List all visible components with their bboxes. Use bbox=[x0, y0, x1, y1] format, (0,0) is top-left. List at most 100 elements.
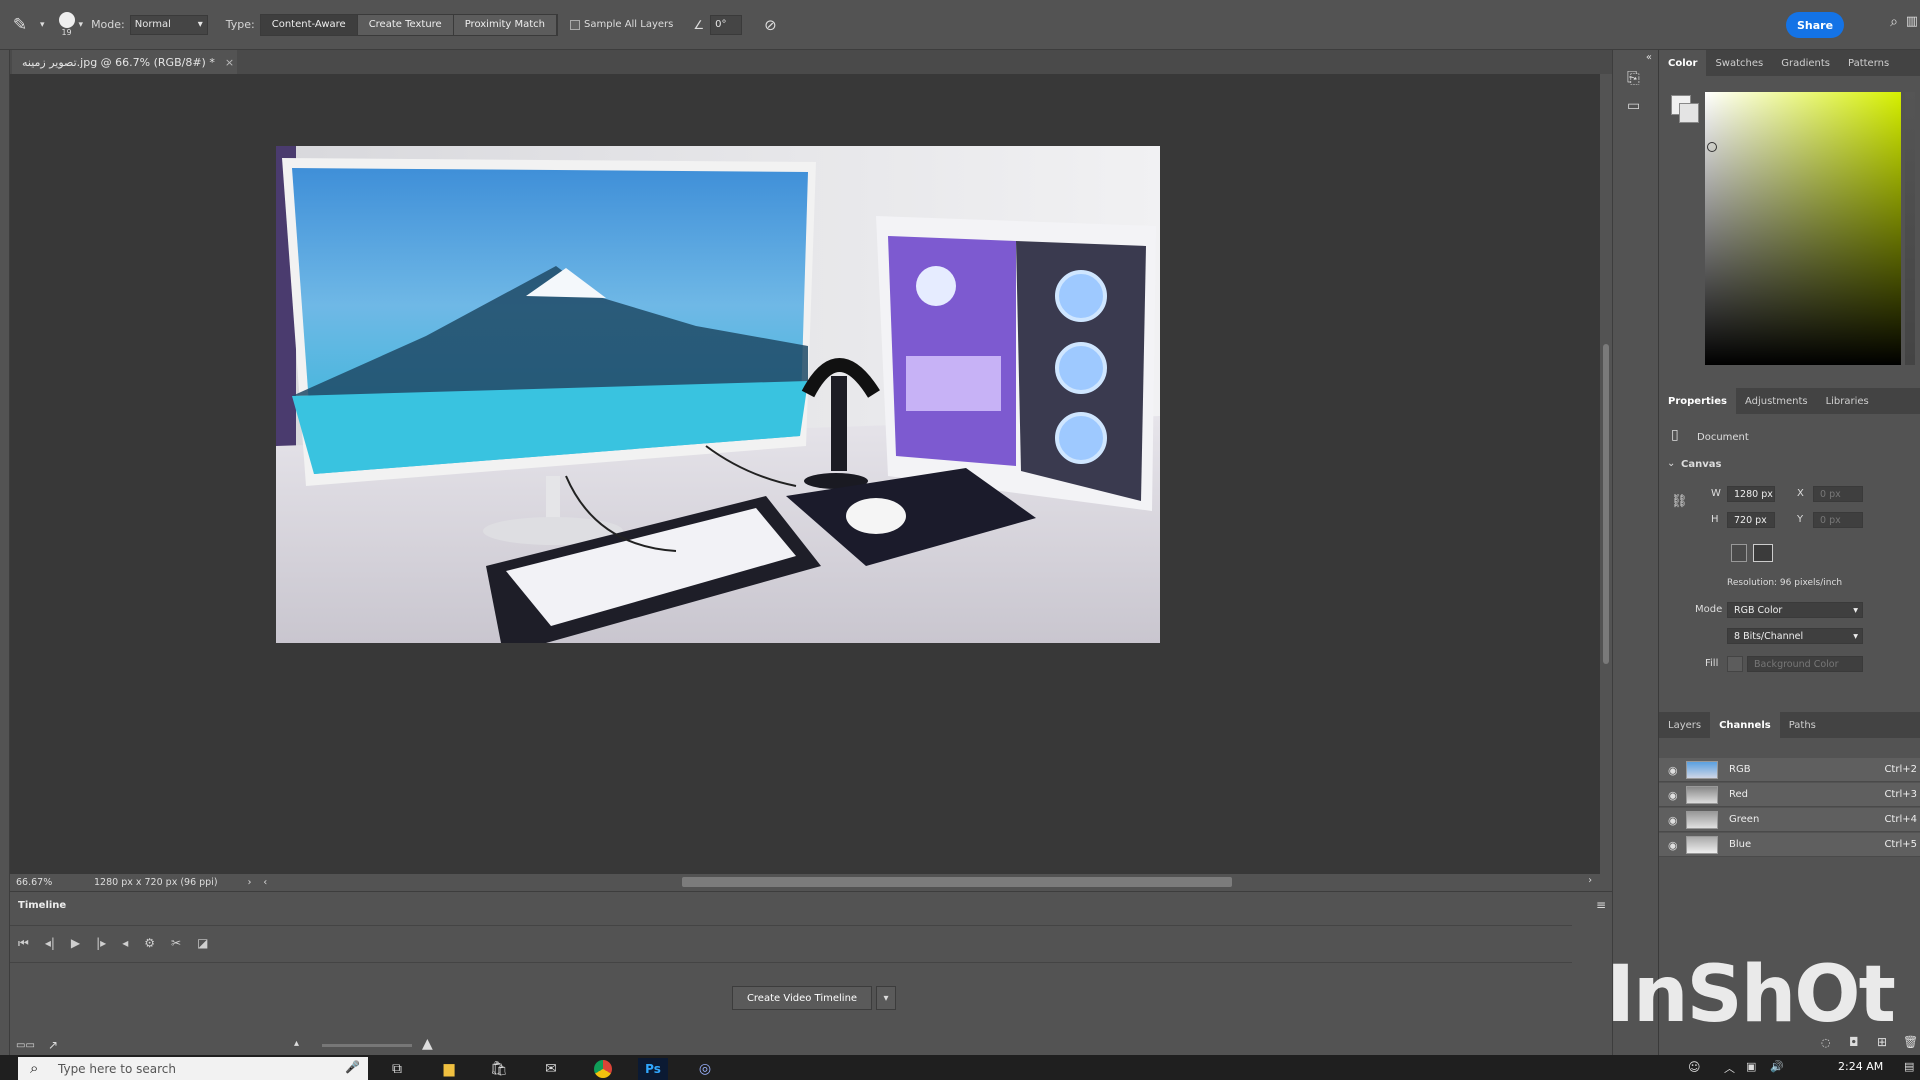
status-menu-chevron-icon[interactable]: › bbox=[248, 877, 252, 888]
chevron-down-icon: ▾ bbox=[1853, 630, 1858, 642]
tool-preset-chevron-icon[interactable]: ▾ bbox=[40, 20, 45, 30]
portrait-orientation-icon[interactable] bbox=[1731, 544, 1747, 562]
tray-chevron-icon[interactable]: ︿ bbox=[1724, 1060, 1735, 1076]
clock-text[interactable]: 2:24 AM bbox=[1838, 1060, 1883, 1073]
document-info: 1280 px x 720 px (96 ppi) bbox=[94, 876, 218, 888]
people-icon[interactable]: ☺ bbox=[1688, 1060, 1701, 1074]
color-picker-field[interactable] bbox=[1705, 92, 1901, 365]
color-picker-cursor[interactable] bbox=[1707, 142, 1717, 152]
type-create-texture-button[interactable]: Create Texture bbox=[357, 14, 454, 35]
play-icon[interactable]: ▶ bbox=[71, 936, 80, 950]
tab-adjustments[interactable]: Adjustments bbox=[1736, 388, 1817, 414]
canvas-chevron-icon[interactable]: ⌄ bbox=[1667, 458, 1675, 469]
height-input[interactable]: 720 px bbox=[1727, 512, 1775, 528]
sample-all-layers-checkbox[interactable] bbox=[570, 19, 581, 30]
zoom-out-mountain-icon[interactable]: ▴ bbox=[294, 1038, 299, 1049]
delete-channel-icon[interactable]: 🗑 bbox=[1903, 1035, 1918, 1049]
previous-frame-icon[interactable]: ◂| bbox=[45, 936, 55, 950]
hue-slider[interactable] bbox=[1905, 92, 1915, 365]
next-frame-icon[interactable]: |▸ bbox=[96, 936, 106, 950]
microphone-icon[interactable]: 🎤 bbox=[345, 1060, 360, 1074]
channel-row-red[interactable]: ◉ Red Ctrl+3 bbox=[1659, 783, 1920, 807]
fill-swatch[interactable] bbox=[1727, 656, 1743, 672]
panel-menu-icon[interactable]: ≡ bbox=[1596, 898, 1606, 912]
tab-channels[interactable]: Channels bbox=[1710, 712, 1780, 738]
store-icon[interactable]: 🛍 bbox=[484, 1058, 514, 1080]
workspace-icon[interactable]: ▥ bbox=[1906, 14, 1918, 29]
convert-frame-icon[interactable]: ▭▭ bbox=[16, 1040, 35, 1051]
scroll-left-icon[interactable]: ‹ bbox=[263, 877, 267, 888]
settings-gear-icon[interactable]: ⚙ bbox=[144, 936, 155, 950]
angle-input[interactable]: 0° bbox=[710, 14, 743, 35]
vertical-scrollbar-thumb[interactable] bbox=[1603, 344, 1609, 664]
comments-icon[interactable]: ▭ bbox=[1627, 98, 1640, 114]
mail-icon[interactable]: ✉ bbox=[536, 1058, 566, 1080]
volume-icon[interactable]: 🔊 bbox=[1770, 1060, 1784, 1073]
create-video-timeline-button[interactable]: Create Video Timeline bbox=[732, 986, 872, 1010]
visibility-eye-icon[interactable]: ◉ bbox=[1668, 814, 1678, 827]
channel-row-blue[interactable]: ◉ Blue Ctrl+5 bbox=[1659, 833, 1920, 857]
tab-layers[interactable]: Layers bbox=[1659, 712, 1710, 738]
first-frame-icon[interactable]: ⏮ bbox=[18, 936, 29, 951]
collapse-panels-icon[interactable]: « bbox=[1646, 52, 1652, 63]
visibility-eye-icon[interactable]: ◉ bbox=[1668, 764, 1678, 777]
channel-thumbnail bbox=[1686, 836, 1718, 854]
timeline-type-dropdown[interactable]: ▾ bbox=[876, 986, 896, 1010]
channel-row-rgb[interactable]: ◉ RGB Ctrl+2 bbox=[1659, 758, 1920, 782]
link-dimensions-icon[interactable]: ⛓ bbox=[1671, 494, 1688, 509]
document-image[interactable] bbox=[276, 146, 1160, 643]
transition-icon[interactable]: ◪ bbox=[197, 936, 208, 950]
background-color-swatch[interactable] bbox=[1679, 103, 1699, 123]
channel-row-green[interactable]: ◉ Green Ctrl+4 bbox=[1659, 808, 1920, 832]
width-label: W bbox=[1711, 488, 1721, 499]
vertical-scrollbar[interactable] bbox=[1600, 74, 1612, 874]
split-scissors-icon[interactable]: ✂ bbox=[171, 936, 181, 950]
zoom-in-mountain-icon[interactable]: ▲ bbox=[422, 1036, 433, 1052]
tab-libraries[interactable]: Libraries bbox=[1817, 388, 1878, 414]
render-video-icon[interactable]: ↗ bbox=[48, 1038, 58, 1052]
audio-icon[interactable]: ◂ bbox=[122, 936, 128, 950]
taskbar-search-input[interactable]: ⌕ Type here to search 🎤 bbox=[18, 1057, 368, 1080]
horizontal-scrollbar-thumb[interactable] bbox=[682, 877, 1232, 887]
width-input[interactable]: 1280 px bbox=[1727, 486, 1775, 502]
network-icon[interactable]: ▣ bbox=[1746, 1060, 1756, 1073]
tab-color[interactable]: Color bbox=[1659, 50, 1707, 76]
visibility-eye-icon[interactable]: ◉ bbox=[1668, 789, 1678, 802]
chevron-down-icon: ▾ bbox=[883, 992, 889, 1004]
color-mode-select[interactable]: RGB Color ▾ bbox=[1727, 602, 1863, 618]
zoom-level[interactable]: 66.67% bbox=[16, 877, 72, 888]
brush-size-picker[interactable]: 19 bbox=[58, 12, 75, 37]
type-content-aware-button[interactable]: Content-Aware bbox=[260, 14, 358, 35]
history-icon[interactable]: ⎘ bbox=[1627, 68, 1640, 88]
task-view-icon[interactable]: ⧉ bbox=[382, 1058, 412, 1080]
file-explorer-icon[interactable]: ▆ bbox=[434, 1058, 464, 1080]
visibility-eye-icon[interactable]: ◉ bbox=[1668, 839, 1678, 852]
photoshop-icon[interactable]: Ps bbox=[638, 1058, 668, 1080]
tab-gradients[interactable]: Gradients bbox=[1772, 50, 1839, 76]
y-input[interactable]: 0 px bbox=[1813, 512, 1863, 528]
spot-healing-brush-icon[interactable]: ✎ bbox=[0, 7, 40, 43]
tab-properties[interactable]: Properties bbox=[1659, 388, 1736, 414]
scroll-right-icon[interactable]: › bbox=[1588, 875, 1592, 886]
type-proximity-match-button[interactable]: Proximity Match bbox=[453, 14, 558, 35]
document-tab[interactable]: تصوير زمينه.jpg @ 66.7% (RGB/8#) * × bbox=[12, 50, 237, 74]
close-icon[interactable]: × bbox=[225, 56, 234, 69]
search-icon[interactable]: ⌕ bbox=[1890, 14, 1898, 30]
mode-select[interactable]: Normal ▾ bbox=[129, 14, 208, 35]
pressure-size-icon[interactable]: ⊘ bbox=[764, 16, 777, 34]
tab-paths[interactable]: Paths bbox=[1780, 712, 1825, 738]
tab-patterns[interactable]: Patterns bbox=[1839, 50, 1898, 76]
tab-swatches[interactable]: Swatches bbox=[1706, 50, 1772, 76]
camera-app-icon[interactable]: ◎ bbox=[690, 1058, 720, 1080]
chrome-icon[interactable] bbox=[588, 1058, 618, 1080]
landscape-orientation-icon[interactable] bbox=[1753, 544, 1773, 562]
notifications-icon[interactable]: ▤ bbox=[1904, 1060, 1914, 1073]
timeline-controls: ⏮ ◂| ▶ |▸ ◂ ⚙ ✂ ◪ bbox=[18, 932, 208, 954]
timeline-zoom-slider[interactable] bbox=[322, 1044, 412, 1047]
brush-chevron-icon[interactable]: ▾ bbox=[79, 20, 84, 30]
fill-select[interactable]: Background Color bbox=[1747, 656, 1863, 672]
x-input[interactable]: 0 px bbox=[1813, 486, 1863, 502]
share-button[interactable]: Share bbox=[1786, 12, 1844, 38]
canvas-area[interactable] bbox=[10, 74, 1600, 874]
bit-depth-select[interactable]: 8 Bits/Channel ▾ bbox=[1727, 628, 1863, 644]
